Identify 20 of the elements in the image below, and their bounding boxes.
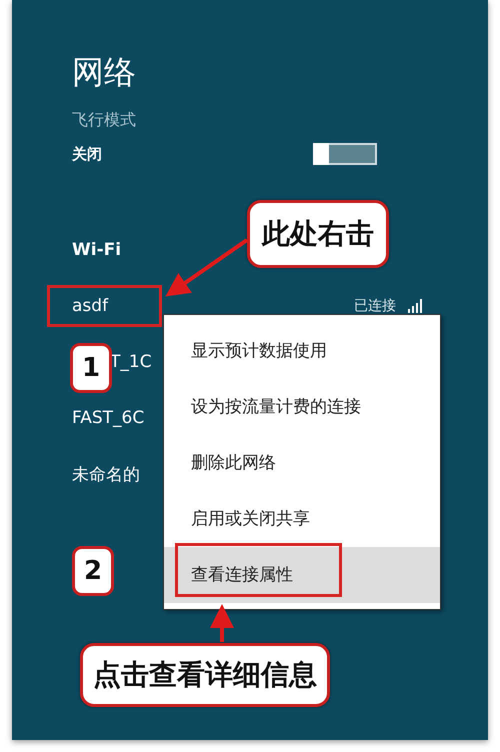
wifi-heading: Wi-Fi: [72, 240, 122, 260]
airplane-mode-state: 关闭: [72, 144, 102, 164]
airplane-mode-label: 飞行模式: [72, 110, 137, 131]
menu-item[interactable]: 设为按流量计费的连接: [164, 379, 440, 435]
callout: 点击查看详细信息: [80, 643, 330, 707]
step-badge: 2: [72, 546, 114, 596]
step-badge: 1: [70, 343, 112, 393]
menu-item[interactable]: 显示预计数据使用: [164, 323, 440, 379]
annotation-arrow: [210, 604, 234, 642]
panel-title: 网络: [72, 52, 137, 92]
network-name[interactable]: asdf: [72, 296, 108, 316]
menu-item[interactable]: 启用或关闭共享: [164, 491, 440, 547]
network-name[interactable]: FAST_6C: [72, 408, 144, 428]
callout: 此处右击: [247, 200, 389, 268]
network-name[interactable]: T_1C: [110, 352, 152, 372]
network-status: 已连接: [354, 297, 396, 315]
menu-item[interactable]: 查看连接属性: [164, 547, 440, 603]
menu-item[interactable]: 删除此网络: [164, 435, 440, 491]
network-name[interactable]: 未命名的: [72, 462, 140, 486]
airplane-mode-toggle[interactable]: [313, 143, 377, 165]
